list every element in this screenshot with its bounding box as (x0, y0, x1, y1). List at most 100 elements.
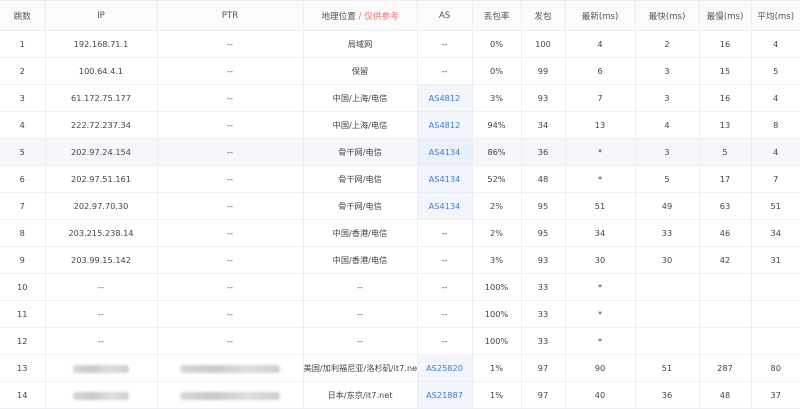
cell-last: 34 (564, 219, 635, 247)
cell-ptr: -- (156, 138, 303, 166)
col-geo[interactable]: 地理位置 / 仅供参考 (302, 0, 417, 31)
cell-best: 3 (634, 138, 699, 166)
as-link[interactable]: AS4812 (429, 120, 461, 130)
cell-ptr: -- (156, 165, 303, 193)
table-row: 5 202.97.24.154 -- 骨干网/电信 AS4134 86% 36 * 3 5 4 (0, 138, 800, 166)
ip-redacted (73, 364, 129, 373)
cell-as: AS4134 (416, 165, 472, 193)
cell-loss: 3% (471, 246, 521, 274)
cell-last: * (564, 300, 635, 328)
cell-sent: 33 (520, 300, 565, 328)
col-as[interactable]: AS (416, 0, 472, 31)
table-header: 跳数 IP PTR 地理位置 / 仅供参考 AS 丢包率 发包 最新(ms) 最… (0, 0, 800, 31)
cell-hop: 8 (0, 219, 45, 247)
cell-worst: 63 (698, 192, 751, 220)
col-ip[interactable]: IP (44, 0, 157, 31)
cell-avg: 4 (750, 138, 800, 166)
cell-as: -- (416, 219, 472, 247)
col-sent[interactable]: 发包 (520, 0, 565, 31)
cell-last: * (564, 327, 635, 355)
cell-ptr: -- (156, 246, 303, 274)
col-loss[interactable]: 丢包率 (471, 0, 521, 31)
as-link[interactable]: AS4812 (429, 93, 461, 103)
cell-as: AS4812 (416, 84, 472, 112)
as-link[interactable]: AS25820 (426, 363, 463, 373)
cell-ip: -- (44, 273, 157, 301)
table-row: 2 100.64.4.1 -- 保留 -- 0% 99 6 3 15 5 (0, 57, 800, 85)
cell-loss: 2% (471, 192, 521, 220)
cell-best: 2 (634, 30, 699, 58)
cell-ip: 202.97.70.30 (44, 192, 157, 220)
as-link[interactable]: AS4134 (429, 201, 461, 211)
cell-loss: 2% (471, 219, 521, 247)
cell-best: 49 (634, 192, 699, 220)
cell-ip: 222.72.237.34 (44, 111, 157, 139)
col-geo-label: 地理位置 (321, 11, 356, 22)
as-link[interactable]: AS4134 (429, 174, 461, 184)
cell-hop: 11 (0, 300, 45, 328)
cell-best: 4 (634, 111, 699, 139)
cell-loss: 1% (471, 354, 521, 382)
cell-loss: 0% (471, 57, 521, 85)
cell-hop: 5 (0, 138, 45, 166)
cell-worst: 42 (698, 246, 751, 274)
cell-avg: 34 (750, 219, 800, 247)
table-row: 4 222.72.237.34 -- 中国/上海/电信 AS4812 94% 34 13 4 13… (0, 111, 800, 139)
cell-avg (750, 273, 800, 301)
col-avg[interactable]: 平均(ms) (750, 0, 800, 31)
ip-redacted (73, 391, 129, 400)
cell-as: AS25820 (416, 354, 472, 382)
cell-sent: 100 (520, 30, 565, 58)
cell-best: 3 (634, 57, 699, 85)
cell-hop: 14 (0, 381, 45, 409)
cell-ip: 61.172.75.177 (44, 84, 157, 112)
traceroute-table: 跳数 IP PTR 地理位置 / 仅供参考 AS 丢包率 发包 最新(ms) 最… (0, 0, 800, 409)
cell-ptr: -- (156, 273, 303, 301)
cell-best: 30 (634, 246, 699, 274)
cell-geo: 中国/香港/电信 (302, 219, 417, 247)
ptr-redacted (180, 391, 280, 400)
cell-best: 5 (634, 165, 699, 193)
col-last[interactable]: 最新(ms) (564, 0, 635, 31)
table-row: 7 202.97.70.30 -- 骨干网/电信 AS4134 2% 95 51 49 63 51 (0, 192, 800, 220)
cell-as: -- (416, 327, 472, 355)
cell-avg: 31 (750, 246, 800, 274)
cell-last: 90 (564, 354, 635, 382)
cell-worst (698, 300, 751, 328)
cell-loss: 100% (471, 273, 521, 301)
cell-as: -- (416, 246, 472, 274)
cell-ip: 100.64.4.1 (44, 57, 157, 85)
as-link[interactable]: AS21887 (426, 390, 463, 400)
cell-last: 51 (564, 192, 635, 220)
cell-avg: 7 (750, 165, 800, 193)
cell-ip: 203.215.238.14 (44, 219, 157, 247)
cell-ip: -- (44, 327, 157, 355)
cell-as: AS4134 (416, 138, 472, 166)
cell-avg: 37 (750, 381, 800, 409)
cell-ptr: -- (156, 300, 303, 328)
table-body: 1 192.168.71.1 -- 局域网 -- 0% 100 4 2 16 4 2 100.64.4.… (0, 30, 800, 409)
cell-hop: 10 (0, 273, 45, 301)
cell-hop: 4 (0, 111, 45, 139)
cell-sent: 33 (520, 273, 565, 301)
cell-as: -- (416, 57, 472, 85)
cell-sent: 97 (520, 354, 565, 382)
col-hop[interactable]: 跳数 (0, 0, 45, 31)
col-best[interactable]: 最快(ms) (634, 0, 699, 31)
cell-best: 36 (634, 381, 699, 409)
cell-last: * (564, 165, 635, 193)
cell-ip: 192.168.71.1 (44, 30, 157, 58)
cell-worst (698, 327, 751, 355)
cell-as: -- (416, 300, 472, 328)
cell-ptr: -- (156, 192, 303, 220)
table-row: 6 202.97.51.161 -- 骨干网/电信 AS4134 52% 48 * 5 17 7 (0, 165, 800, 193)
cell-sent: 36 (520, 138, 565, 166)
cell-sent: 34 (520, 111, 565, 139)
cell-as: -- (416, 273, 472, 301)
as-link[interactable]: AS4134 (429, 147, 461, 157)
cell-geo: 中国/上海/电信 (302, 111, 417, 139)
cell-loss: 0% (471, 30, 521, 58)
cell-ip: -- (44, 300, 157, 328)
col-ptr[interactable]: PTR (156, 0, 303, 31)
col-worst[interactable]: 最慢(ms) (698, 0, 751, 31)
